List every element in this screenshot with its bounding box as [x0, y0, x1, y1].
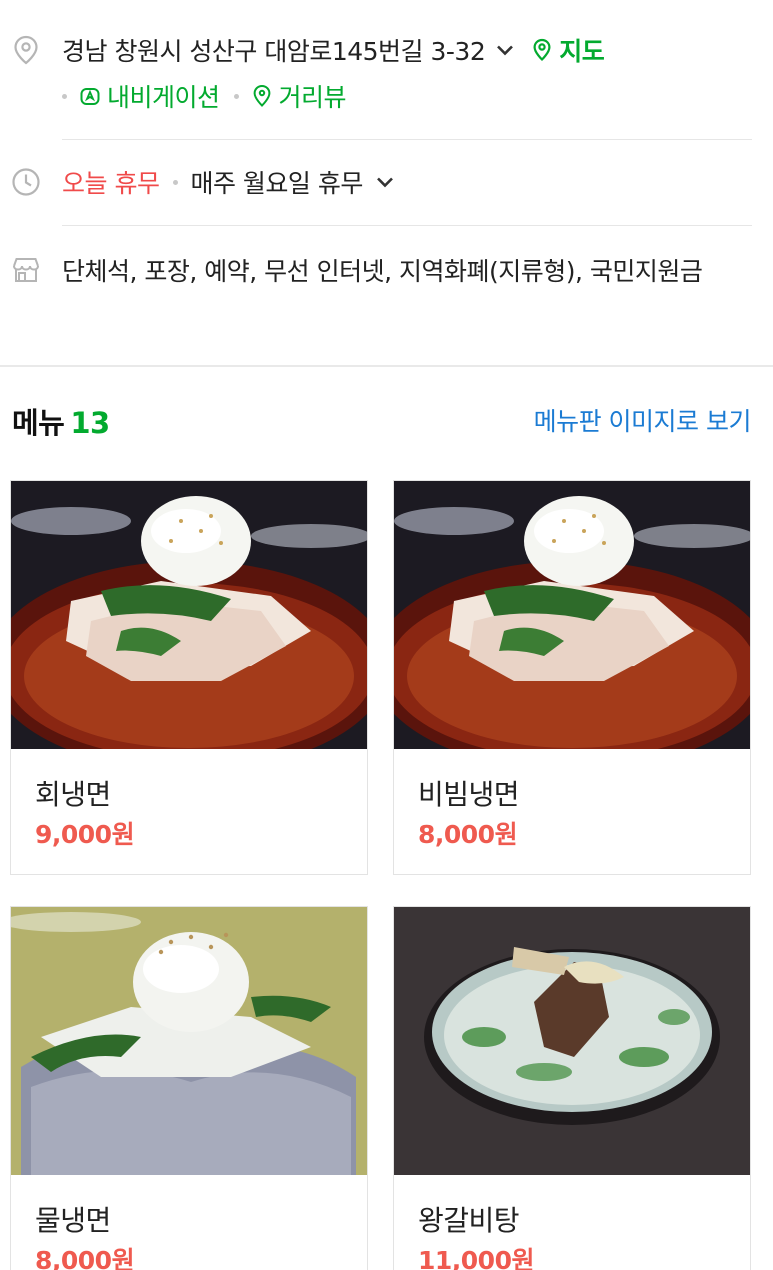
today-status: 오늘 휴무 [62, 169, 160, 198]
clock-icon [12, 168, 40, 196]
menu-photo-mul-naengmyeon [11, 907, 367, 1175]
amenities-section: 단체석, 포장, 예약, 무선 인터넷, 지역화폐(지류형), 국민지원금 [0, 226, 773, 366]
map-link[interactable]: 지도 [531, 32, 605, 68]
menu-item-price: 8,000원 [35, 1246, 135, 1270]
menu-item-name: 회냉면 [35, 778, 111, 811]
chevron-down-icon[interactable] [493, 38, 517, 62]
map-pin-icon [533, 38, 551, 62]
hours-toggle[interactable]: 오늘 휴무 매주 월요일 휴무 [62, 162, 397, 202]
address-text[interactable]: 경남 창원시 성산구 대암로145번길 3-32 [62, 32, 486, 68]
menu-card[interactable]: 회냉면 9,000원 [10, 480, 368, 875]
chevron-down-icon[interactable] [373, 170, 397, 194]
navigation-label: 내비게이션 [107, 83, 220, 112]
separator-dot [62, 93, 67, 99]
separator-dot [233, 93, 239, 99]
navigation-icon [80, 88, 100, 105]
regular-holiday: 매주 월요일 휴무 [190, 169, 363, 198]
address-section: 경남 창원시 성산구 대암로145번길 3-32 지도 내비게이션 거리뷰 [0, 0, 773, 140]
street-view-label: 거리뷰 [278, 83, 347, 112]
section-divider [0, 365, 773, 367]
menu-board-image-link[interactable]: 메뉴판 이미지로 보기 [534, 402, 752, 438]
menu-title-label: 메뉴 [12, 406, 65, 440]
menu-card[interactable]: 왕갈비탕 11,000원 [393, 906, 751, 1270]
street-view-icon [253, 84, 270, 107]
navigation-link[interactable]: 내비게이션 [79, 78, 220, 114]
menu-count: 13 [70, 406, 110, 440]
amenities-text: 단체석, 포장, 예약, 무선 인터넷, 지역화폐(지류형), 국민지원금 [62, 257, 703, 286]
menu-item-name: 왕갈비탕 [418, 1204, 520, 1237]
separator-dot [173, 179, 179, 185]
menu-card[interactable]: 물냉면 8,000원 [10, 906, 368, 1270]
menu-photo-hoe-naengmyeon [11, 481, 367, 749]
menu-item-price: 9,000원 [35, 820, 135, 849]
menu-item-name: 물냉면 [35, 1204, 111, 1237]
menu-item-price: 11,000원 [418, 1246, 534, 1270]
store-icon [13, 258, 39, 282]
menu-title: 메뉴 13 [12, 400, 110, 442]
menu-item-price: 8,000원 [418, 820, 518, 849]
hours-section: 오늘 휴무 매주 월요일 휴무 [0, 140, 773, 226]
menu-card[interactable]: 비빔냉면 8,000원 [393, 480, 751, 875]
menu-photo-bibim-naengmyeon [394, 481, 750, 749]
menu-photo-wang-galbitang [394, 907, 750, 1175]
menu-header: 메뉴 13 메뉴판 이미지로 보기 [0, 396, 773, 446]
map-label: 지도 [559, 37, 605, 66]
street-view-link[interactable]: 거리뷰 [251, 78, 347, 114]
menu-item-name: 비빔냉면 [418, 778, 520, 811]
location-pin-icon [14, 35, 38, 65]
